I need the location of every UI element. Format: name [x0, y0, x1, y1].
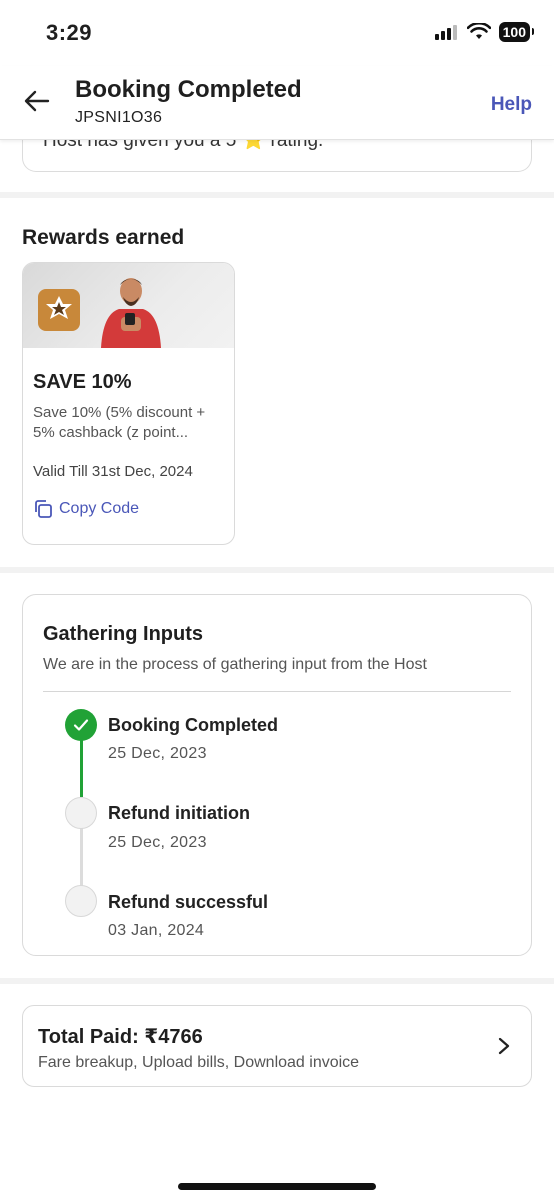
help-link[interactable]: Help — [491, 94, 532, 116]
app-header: Booking Completed JPSNI1O36 Help — [0, 66, 554, 140]
battery-icon: 100 — [498, 22, 535, 42]
reward-description: Save 10% (5% discount + 5% cashback (z p… — [33, 404, 206, 441]
timeline-step-label: Refund successful — [108, 892, 269, 912]
gathering-inputs-card: Gathering Inputs We are in the process o… — [22, 594, 532, 956]
section-divider — [0, 567, 554, 573]
back-arrow-icon[interactable] — [22, 86, 52, 116]
total-paid-subtitle: Fare breakup, Upload bills, Download inv… — [38, 1054, 360, 1071]
reward-badge-icon — [38, 289, 80, 331]
gathering-divider — [43, 691, 511, 692]
timeline-step-date: 25 Dec, 2023 — [108, 745, 207, 762]
copy-code-label: Copy Code — [59, 500, 140, 517]
cellular-signal-icon — [434, 25, 457, 40]
timeline-step-label: Refund initiation — [108, 803, 250, 823]
gathering-title: Gathering Inputs — [43, 623, 203, 645]
reward-card[interactable]: SAVE 10% Save 10% (5% discount + 5% cash… — [22, 262, 235, 545]
reward-validity: Valid Till 31st Dec, 2024 — [33, 463, 193, 480]
page-title: Booking Completed — [75, 76, 302, 103]
wifi-icon — [466, 23, 491, 39]
reward-banner — [23, 263, 234, 348]
copy-icon — [35, 500, 52, 518]
total-paid-amount: Total Paid: ₹4766 — [38, 1026, 203, 1048]
status-bar: 3:29 100 — [0, 0, 554, 66]
timeline-step-label: Booking Completed — [108, 715, 278, 735]
home-indicator[interactable] — [178, 1183, 376, 1190]
person-illustration — [101, 278, 161, 348]
booking-id: JPSNI1O36 — [75, 109, 163, 126]
section-divider — [0, 192, 554, 198]
section-divider — [0, 978, 554, 984]
chevron-right-icon — [498, 1037, 510, 1055]
pending-circle-icon — [65, 797, 97, 829]
gathering-subtitle: We are in the process of gathering input… — [43, 656, 427, 673]
timeline-step-date: 25 Dec, 2023 — [108, 834, 207, 851]
pending-circle-icon — [65, 885, 97, 917]
check-circle-icon — [65, 709, 97, 741]
status-time: 3:29 — [46, 20, 93, 45]
status-icons: 100 — [434, 22, 535, 42]
total-paid-card[interactable]: Total Paid: ₹4766 Fare breakup, Upload b… — [22, 1005, 532, 1087]
timeline-step-date: 03 Jan, 2024 — [108, 922, 205, 939]
rewards-section-title: Rewards earned — [22, 226, 185, 249]
copy-code-button[interactable]: Copy Code — [33, 499, 139, 519]
reward-heading: SAVE 10% — [33, 371, 132, 393]
